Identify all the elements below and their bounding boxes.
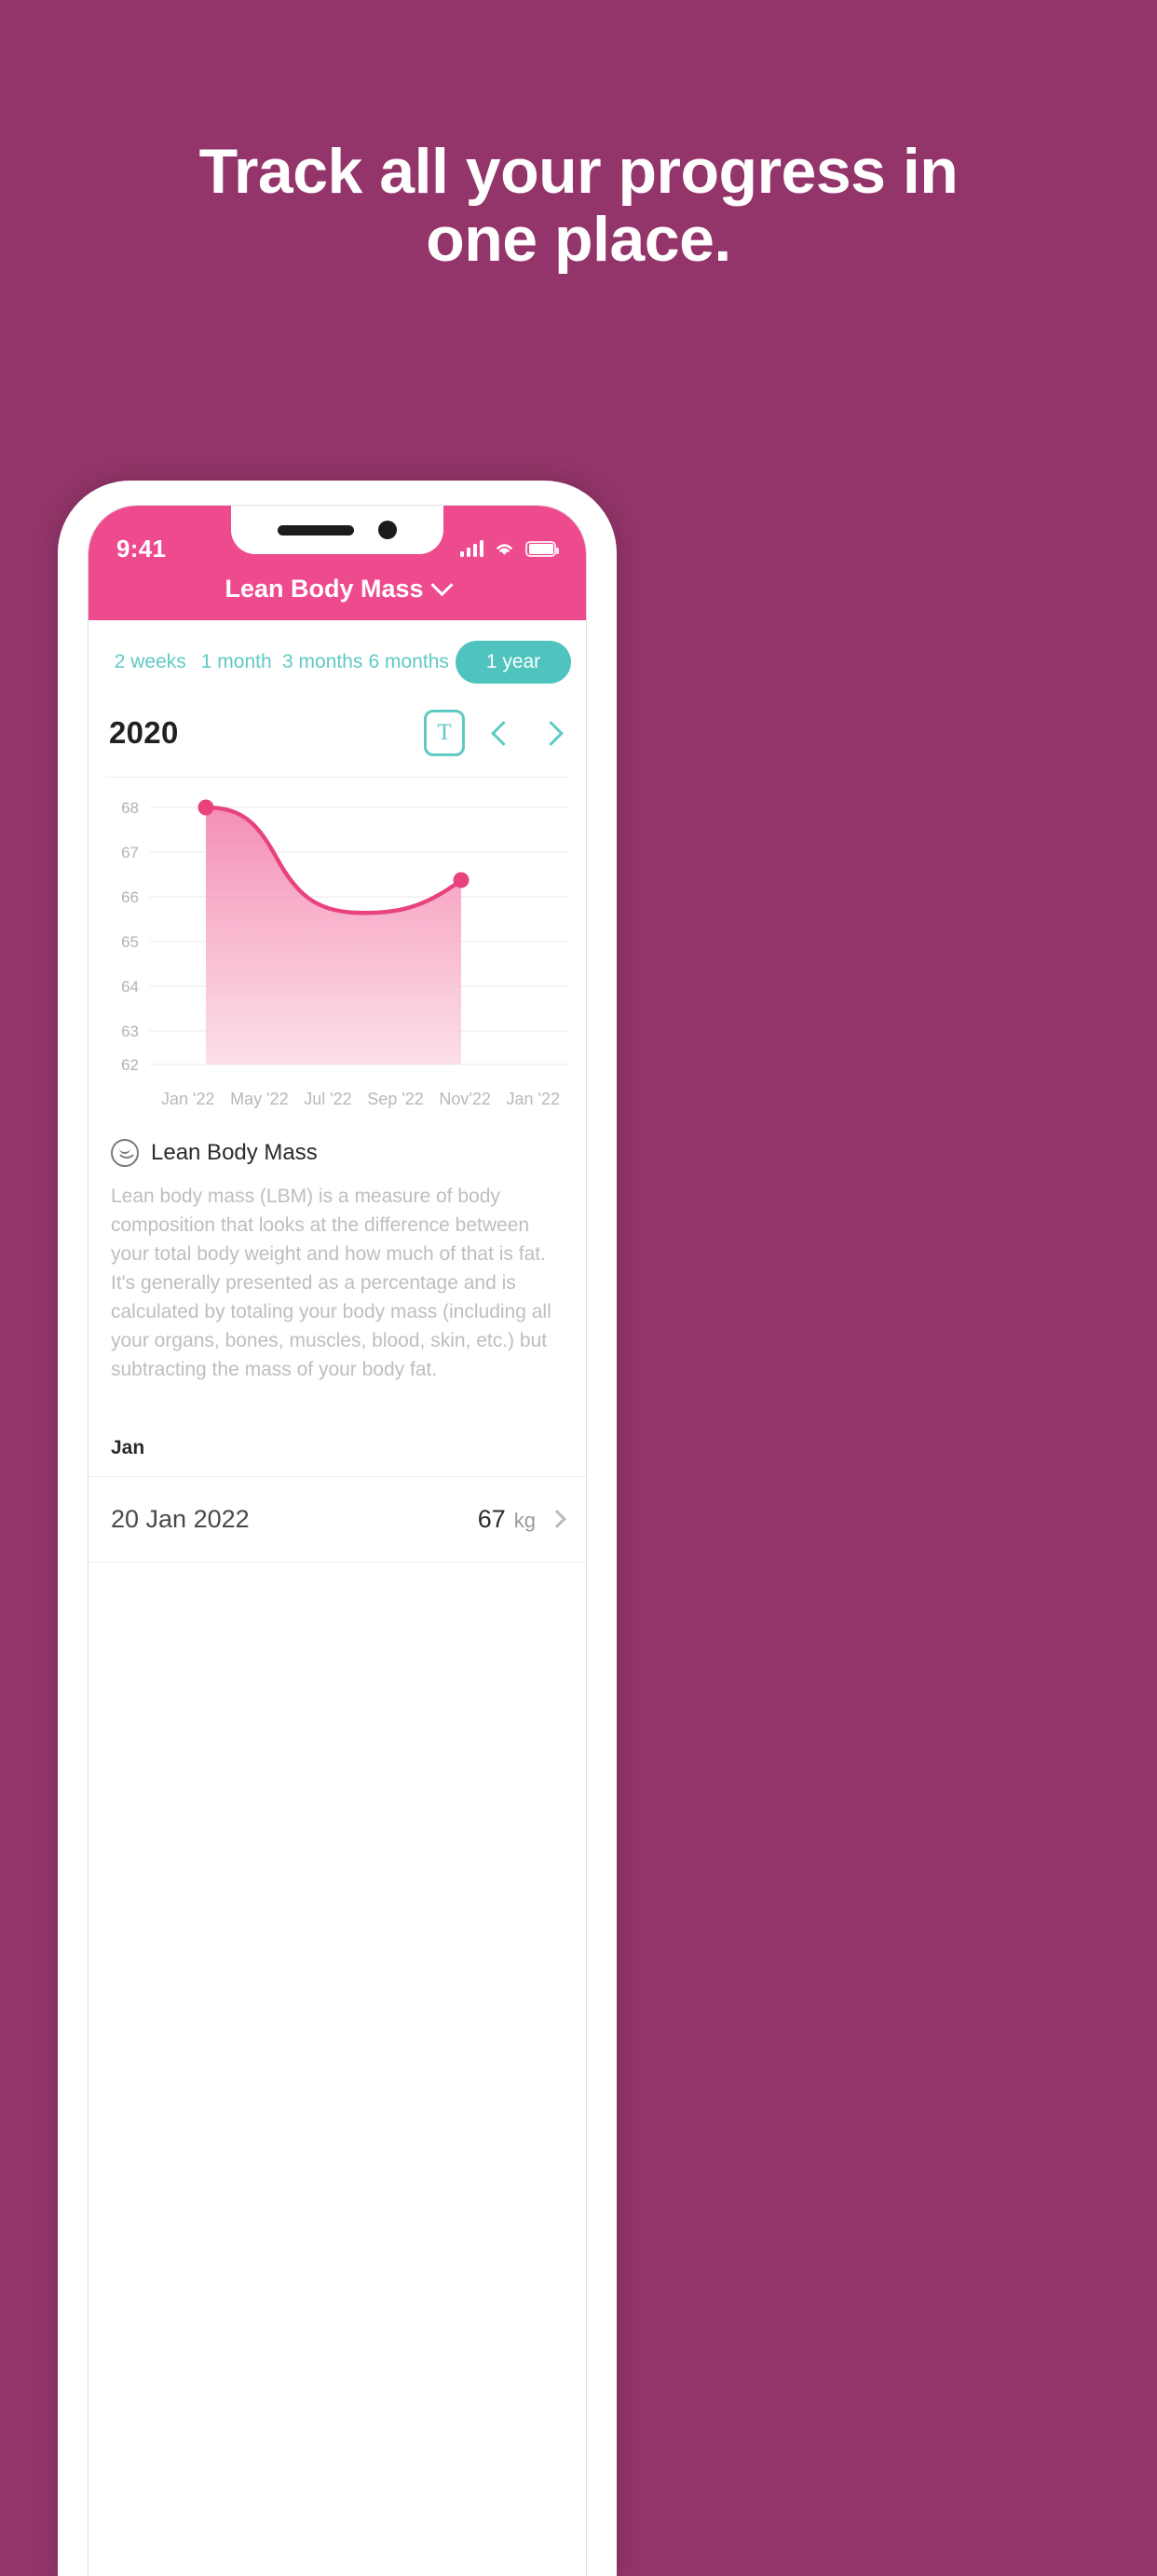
today-button[interactable]: T (424, 710, 465, 756)
svg-text:68: 68 (121, 799, 139, 817)
chart-y-labels: 68 67 66 65 64 63 62 (121, 799, 139, 1074)
description-section: Lean Body Mass Lean body mass (LBM) is a… (88, 1109, 586, 1385)
range-tab-1-month[interactable]: 1 month (194, 651, 280, 673)
app-title-text: Lean Body Mass (225, 575, 424, 603)
svg-text:64: 64 (121, 978, 139, 996)
chart-x-label: Jan '22 (506, 1090, 560, 1108)
chart-x-label: Jul '22 (304, 1090, 352, 1108)
range-tab-3-months[interactable]: 3 months (279, 651, 366, 673)
chevron-down-icon[interactable] (430, 574, 454, 597)
entry-value-group: 67 kg (477, 1504, 566, 1534)
status-time: 9:41 (116, 534, 167, 563)
range-tab-6-months[interactable]: 6 months (366, 651, 453, 673)
phone-notch (231, 506, 443, 554)
period-controls: T (424, 710, 564, 756)
entries-month-header: Jan (111, 1436, 145, 1458)
entry-unit: kg (513, 1508, 536, 1532)
svg-text:65: 65 (121, 933, 139, 951)
chart-x-labels: Jan '22 May '22 Jul '22 Sep '22 Nov'22 J… (105, 1078, 569, 1109)
period-year-label: 2020 (109, 715, 179, 750)
description-title: Lean Body Mass (151, 1140, 318, 1165)
chart-point-start (197, 799, 214, 816)
description-header: Lean Body Mass (111, 1139, 564, 1167)
period-selector: 2020 T (88, 702, 586, 777)
promo-headline: Track all your progress in one place. (198, 136, 959, 275)
camera-icon (378, 521, 397, 539)
app-title-bar[interactable]: Lean Body Mass (88, 574, 586, 603)
description-body: Lean body mass (LBM) is a measure of bod… (111, 1186, 551, 1381)
svg-text:62: 62 (121, 1056, 139, 1074)
range-tabs: 2 weeks 1 month 3 months 6 months 1 year (88, 620, 586, 702)
chart-x-label: Nov'22 (439, 1090, 491, 1108)
svg-text:67: 67 (121, 844, 139, 861)
cellular-bars-icon (460, 540, 483, 557)
wifi-icon (494, 541, 515, 557)
chart-x-label: Sep '22 (367, 1090, 424, 1108)
svg-text:66: 66 (121, 888, 139, 906)
range-tab-1-year[interactable]: 1 year (456, 641, 571, 684)
lean-body-mass-chart[interactable]: 68 67 66 65 64 63 62 (105, 794, 569, 1078)
svg-text:63: 63 (121, 1023, 139, 1040)
chevron-right-icon[interactable] (548, 1510, 566, 1528)
phone-mockup: 9:41 Lean Body Mass 2 weeks 1 month 3 mo… (58, 481, 617, 2576)
status-icons (460, 540, 559, 557)
divider (105, 777, 569, 778)
chart-area[interactable]: 68 67 66 65 64 63 62 (105, 794, 569, 1078)
entry-value: 67 (477, 1504, 506, 1533)
range-tab-2-weeks[interactable]: 2 weeks (107, 651, 194, 673)
chart-area-fill (206, 807, 461, 1064)
chevron-left-icon[interactable] (491, 720, 516, 746)
speaker-icon (278, 524, 354, 536)
phone-screen: 9:41 Lean Body Mass 2 weeks 1 month 3 mo… (88, 506, 586, 2576)
divider (88, 1561, 586, 1563)
chart-x-label: Jan '22 (161, 1090, 215, 1108)
lean-body-mass-icon (111, 1139, 139, 1167)
battery-icon (525, 540, 559, 557)
entry-date: 20 Jan 2022 (111, 1504, 250, 1533)
chart-x-label: May '22 (230, 1090, 289, 1108)
chevron-right-icon[interactable] (538, 720, 564, 746)
entry-row[interactable]: 20 Jan 2022 67 kg (88, 1477, 586, 1562)
chart-point-end (453, 872, 470, 888)
